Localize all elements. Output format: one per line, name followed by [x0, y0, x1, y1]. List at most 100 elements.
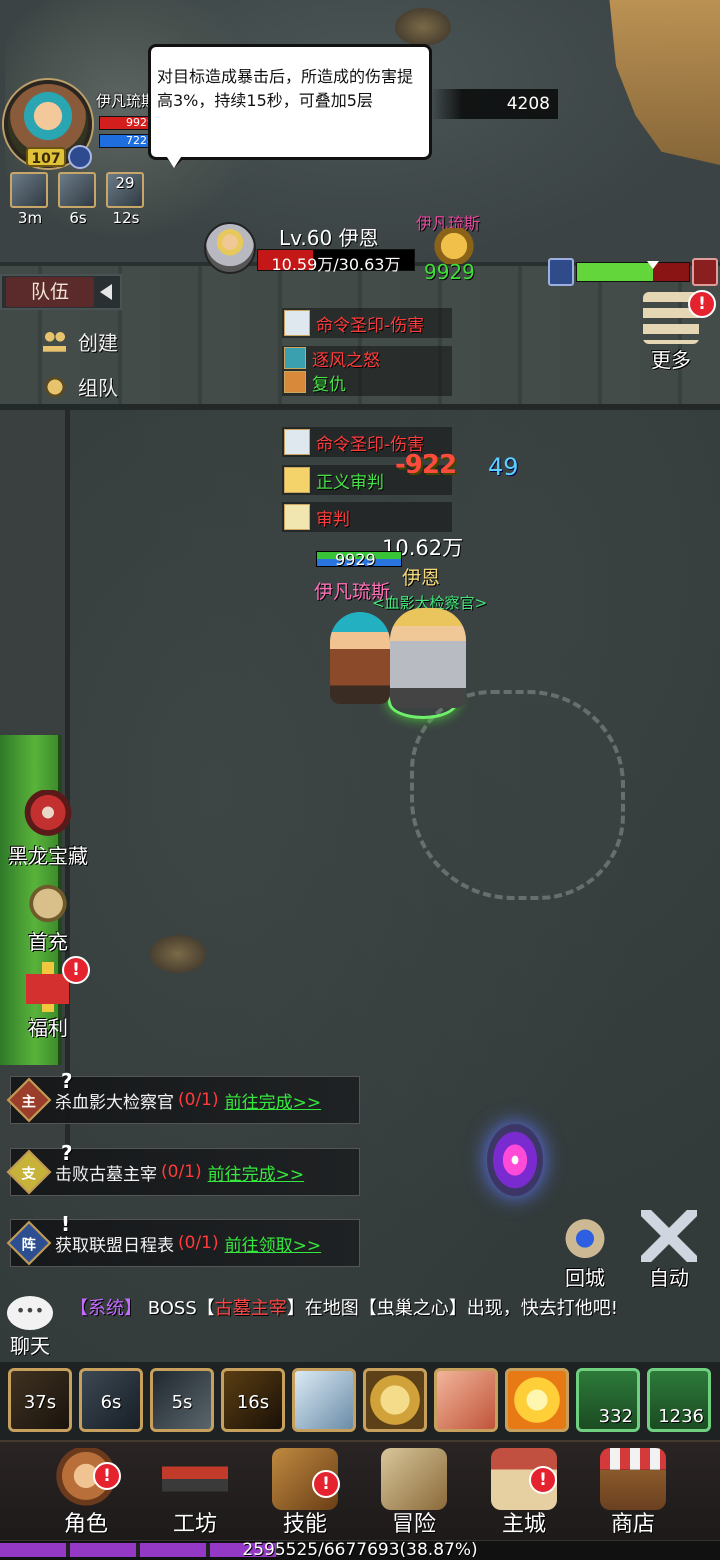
food-item-slot[interactable]: 332 [576, 1368, 640, 1432]
nav-label: 冒险 [391, 1512, 436, 1537]
quest-badge-text: 主 [21, 1092, 37, 1110]
nav-label: 技能 [282, 1512, 327, 1537]
quest-badge-icon: 主 [6, 1077, 52, 1123]
buff-item[interactable]: 6s [58, 172, 98, 227]
chat-button[interactable]: 聊天 [2, 1296, 58, 1359]
combat-log-text: 正义审判 [316, 472, 384, 493]
quest-badge-icon: 支 [6, 1149, 52, 1195]
sword-buff-icon[interactable] [10, 172, 48, 208]
buff-time: 6s [69, 209, 87, 227]
nav-label: 商店 [610, 1512, 655, 1537]
quest-main[interactable]: 主 ? 杀血影大检察官 (0/1) 前往完成>> [6, 1069, 360, 1124]
notification-badge: ! [312, 1470, 340, 1498]
auto-battle-button[interactable]: 自动 [634, 1210, 704, 1291]
quest-go-link[interactable]: 前往完成>> [208, 1160, 305, 1185]
skill-icon [284, 429, 310, 455]
notification-badge: ! [93, 1462, 121, 1490]
hero-hp-value: 9929 [335, 550, 376, 569]
portal[interactable] [487, 1124, 543, 1196]
drink-item-slot[interactable]: 1236 [647, 1368, 711, 1432]
guild-player-hp: 9929 [424, 260, 475, 284]
skill-icon [284, 504, 310, 530]
nav-workshop[interactable]: 工坊 [140, 1448, 250, 1538]
question-mark-icon: ? [61, 1069, 73, 1093]
combat-log-text: 命令圣印-伤害 [316, 315, 425, 336]
return-town-button[interactable]: 回城 [550, 1210, 620, 1291]
skill-cooldown: 6s [82, 1371, 140, 1429]
skill-slot[interactable]: 6s [79, 1368, 143, 1432]
power-score: 4208 [430, 89, 558, 119]
skill-slot[interactable]: 16s [221, 1368, 285, 1432]
pouch-icon [21, 876, 75, 926]
return-town-label: 回城 [565, 1266, 605, 1290]
target-hp-text: 10.59万/30.63万 [271, 255, 401, 274]
faction-balance-bar [548, 258, 718, 286]
shield-buff-icon[interactable] [58, 172, 96, 208]
dragon-treasure-button[interactable]: 黑龙宝藏 [0, 790, 98, 869]
damage-number: -922 [395, 450, 457, 480]
crossed-swords-icon [641, 1210, 697, 1262]
create-team-button[interactable]: 创建 [42, 327, 118, 356]
town-portal-icon [557, 1210, 613, 1262]
skill-slot[interactable] [505, 1368, 569, 1432]
people-icon [42, 328, 68, 355]
buff-item[interactable]: 3m [10, 172, 50, 227]
nav-character[interactable]: 角色 ! [31, 1448, 141, 1538]
skill-slot[interactable]: 37s [8, 1368, 72, 1432]
skill-icon [284, 371, 306, 393]
scroll-sword-icon [381, 1448, 447, 1510]
helmet-icon [42, 373, 68, 400]
notification-badge: ! [62, 956, 90, 984]
system-tag: 【系统】 [70, 1298, 142, 1319]
nav-shop[interactable]: 商店 [578, 1448, 688, 1538]
player-name: 伊凡琉斯 [96, 92, 157, 110]
nav-adventure[interactable]: 冒险 [359, 1448, 469, 1538]
skill-slot[interactable] [434, 1368, 498, 1432]
quest-progress: (0/1) [178, 1090, 219, 1110]
team-tab[interactable]: 队伍 [0, 274, 122, 310]
crown-buff-icon[interactable]: 29 [106, 172, 144, 208]
quest-camp[interactable]: 阵 ! 获取联盟日程表 (0/1) 前往领取>> [6, 1212, 360, 1267]
hero-character[interactable] [330, 612, 390, 704]
first-recharge-label: 首充 [28, 930, 68, 954]
quest-side[interactable]: 支 ? 击败古墓主宰 (0/1) 前往完成>> [6, 1141, 360, 1196]
quest-badge-text: 阵 [21, 1235, 37, 1253]
boss-character[interactable] [390, 608, 466, 708]
buff-item[interactable]: 29 12s [106, 172, 146, 227]
team-tab-label: 队伍 [6, 277, 94, 307]
buff-time: 3m [17, 209, 43, 227]
more-label: 更多 [651, 348, 691, 372]
balance-marker [647, 261, 660, 269]
system-message[interactable]: 【系统】 BOSS【古墓主宰】在地图【虫巢之心】出现，快去打他吧! [70, 1296, 710, 1322]
buff-list: 3m 6s 29 12s [10, 172, 146, 227]
nav-skills[interactable]: 技能 ! [250, 1448, 360, 1538]
hero-hp-bar: 9929 [316, 550, 402, 569]
bottom-nav: 角色 ! 工坊 技能 ! 冒险 主城 ! 商店 [0, 1440, 720, 1540]
target-avatar[interactable] [204, 222, 256, 274]
buff-time: 12s [112, 209, 140, 227]
rank-icon [68, 145, 92, 169]
more-button[interactable]: 更多 ! [636, 290, 716, 373]
bush-decoration [395, 8, 451, 46]
guild-emblem-icon[interactable] [427, 228, 481, 264]
join-team-button[interactable]: 组队 [42, 372, 118, 401]
nav-label: 工坊 [172, 1512, 217, 1537]
nav-label: 角色 [63, 1512, 108, 1537]
skill-slot[interactable] [363, 1368, 427, 1432]
collapse-arrow-icon[interactable] [100, 284, 112, 300]
nav-main-city[interactable]: 主城 ! [469, 1448, 579, 1538]
player-level-badge: 107 [26, 147, 66, 167]
skill-slot[interactable]: 5s [150, 1368, 214, 1432]
dragon-icon [21, 790, 75, 840]
anvil-icon [162, 1448, 228, 1510]
quest-go-link[interactable]: 前往完成>> [225, 1088, 322, 1113]
shop-stall-icon [600, 1448, 666, 1510]
skill-icon [284, 347, 306, 369]
quest-go-link[interactable]: 前往领取>> [225, 1231, 322, 1256]
quest-badge-icon: 阵 [6, 1220, 52, 1266]
target-level-name: Lv.60 伊恩 [279, 226, 379, 250]
welfare-button[interactable]: 福利 ! [0, 956, 96, 1041]
alliance-fill [577, 263, 654, 281]
first-recharge-button[interactable]: 首充 [0, 876, 96, 955]
skill-slot[interactable] [292, 1368, 356, 1432]
